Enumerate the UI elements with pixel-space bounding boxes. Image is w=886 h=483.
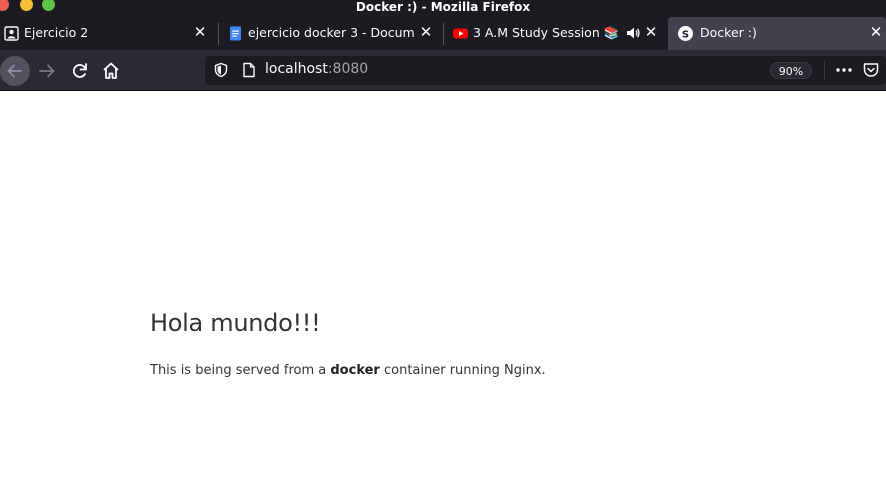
tab-strip: Ejercicio 2 ✕ ejercicio docker 3 - Docum…: [0, 17, 886, 50]
toolbar-divider: [824, 61, 825, 80]
svg-text:S: S: [682, 29, 689, 40]
url-port: :8080: [327, 61, 369, 77]
para-suffix: container running Nginx.: [379, 363, 546, 378]
youtube-icon: [453, 26, 468, 41]
tab-ejercicio-2[interactable]: Ejercicio 2 ✕: [0, 17, 218, 50]
reload-button[interactable]: [66, 57, 94, 85]
url-text[interactable]: localhost:8080: [265, 61, 368, 77]
site-s-icon: S: [678, 26, 693, 41]
tab-separator: [443, 23, 444, 45]
arrow-left-icon: [7, 64, 22, 78]
tab-ejercicio-docker-3[interactable]: ejercicio docker 3 - Documentos de Googl…: [224, 17, 442, 50]
google-docs-icon: [228, 26, 243, 41]
page-paragraph: This is being served from a docker conta…: [150, 363, 546, 378]
tab-close-icon[interactable]: ✕: [191, 23, 209, 41]
forward-button[interactable]: [34, 57, 62, 85]
window-title: Docker :) - Mozilla Firefox: [355, 0, 531, 14]
tab-label: Docker :): [700, 25, 757, 40]
home-icon: [103, 62, 119, 79]
reload-icon: [72, 63, 87, 78]
url-bar[interactable]: localhost:8080 90%: [205, 56, 886, 85]
tab-label: ejercicio docker 3 - Documentos de Googl…: [248, 25, 414, 40]
para-bold-docker: docker: [330, 363, 380, 378]
para-prefix: This is being served from a: [150, 363, 331, 378]
window-titlebar: Docker :) - Mozilla Firefox: [0, 0, 886, 17]
tab-label: 3 A.M Study Session 📚: [473, 25, 620, 40]
page-icon[interactable]: [241, 62, 257, 78]
tab-close-icon[interactable]: ✕: [642, 23, 660, 41]
tab-close-icon[interactable]: ✕: [867, 23, 885, 41]
arrow-right-icon: [39, 64, 55, 78]
navigation-toolbar: localhost:8080 90%: [0, 50, 886, 90]
shield-icon[interactable]: [213, 62, 229, 78]
tab-docker[interactable]: S Docker :) ✕: [668, 17, 886, 50]
speaker-audio-icon[interactable]: [625, 25, 641, 41]
page-actions-menu-icon[interactable]: [833, 60, 855, 80]
url-host: localhost: [265, 61, 328, 77]
zoom-level-badge[interactable]: 90%: [770, 62, 812, 79]
tab-label: Ejercicio 2: [24, 25, 89, 40]
tab-close-icon[interactable]: ✕: [417, 23, 435, 41]
pocket-icon[interactable]: [862, 61, 880, 79]
back-button[interactable]: [0, 56, 30, 86]
tab-study-session[interactable]: 3 A.M Study Session 📚 ✕: [449, 17, 667, 50]
tab-separator: [218, 23, 219, 45]
contact-card-icon: [4, 26, 19, 41]
home-button[interactable]: [97, 57, 125, 85]
page-heading: Hola mundo!!!: [150, 309, 321, 337]
web-page: Hola mundo!!! This is being served from …: [0, 91, 886, 483]
